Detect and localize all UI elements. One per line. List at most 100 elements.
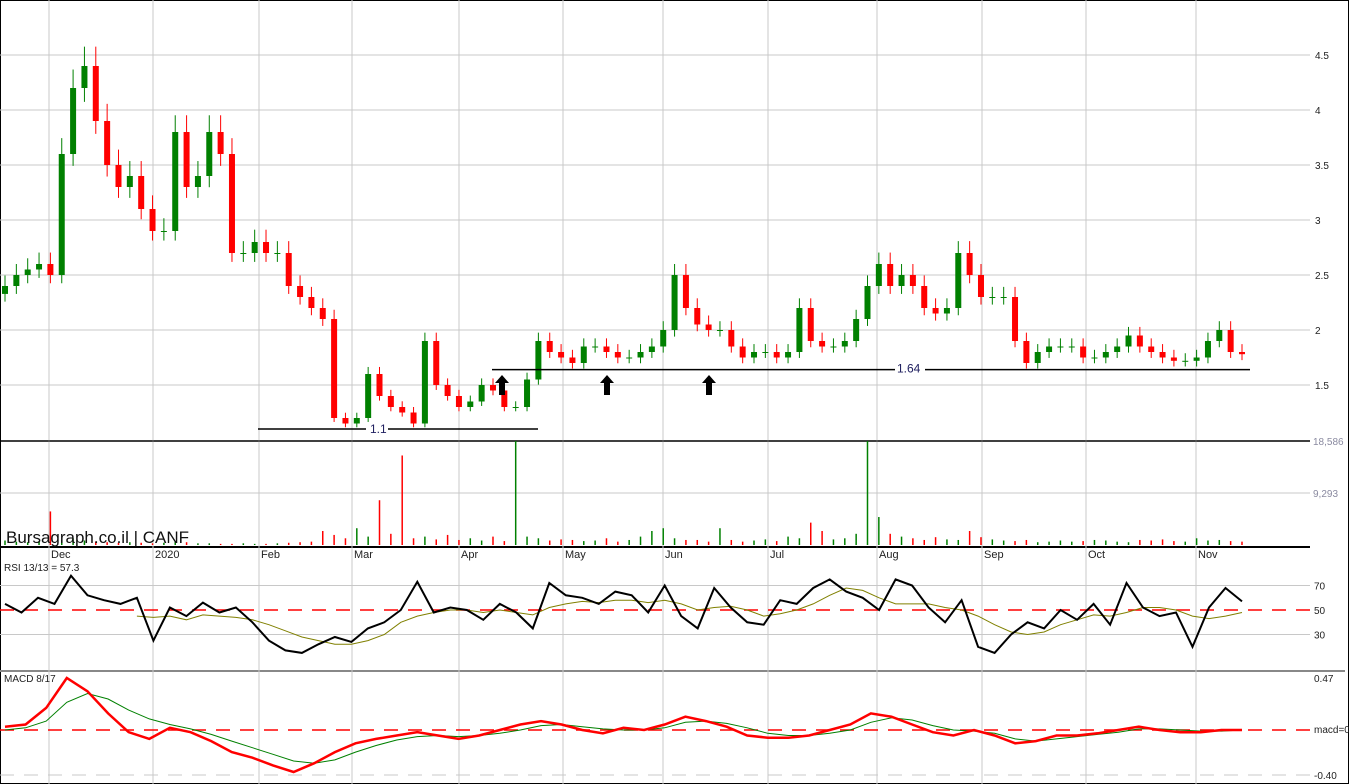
- stock-chart: 1.1 1.64 Dec 2020 Feb Mar Apr May Jun Jul Aug Sep O…: [0, 0, 1349, 784]
- candle-body: [921, 286, 928, 308]
- month-label: Nov: [1198, 549, 1218, 561]
- candle-body: [1046, 346, 1053, 352]
- price-tick-label: 1.5: [1315, 381, 1329, 392]
- candle-body: [603, 346, 610, 352]
- candle-body: [308, 297, 315, 308]
- candle-body: [81, 66, 88, 88]
- candle-body: [853, 319, 860, 341]
- candle-body: [694, 308, 701, 325]
- candle-body: [887, 264, 894, 286]
- candle-body: [558, 352, 565, 358]
- candle-body: [864, 286, 871, 319]
- candle-body: [546, 341, 553, 352]
- candle-body: [58, 154, 65, 275]
- candle-body: [1091, 357, 1098, 359]
- candle-body: [1000, 297, 1007, 298]
- candle-body: [1012, 297, 1019, 341]
- price-tick-label: 3: [1315, 216, 1321, 227]
- candle-body: [455, 396, 462, 407]
- candle-body: [342, 418, 349, 424]
- candle-body: [932, 308, 939, 314]
- price-tick-label: 2: [1315, 326, 1321, 337]
- candle-body: [353, 418, 360, 424]
- rsi-tick-label: 50: [1314, 606, 1326, 617]
- candle-body: [444, 385, 451, 396]
- candle-body: [807, 308, 814, 341]
- candle-body: [365, 374, 372, 418]
- candle-body: [47, 264, 54, 275]
- rsi-tick-label: 70: [1314, 582, 1326, 593]
- candle-body: [2, 286, 8, 294]
- candle-body: [524, 379, 531, 407]
- candle-body: [183, 132, 190, 187]
- candle-body: [592, 346, 599, 348]
- candle-body: [376, 374, 383, 396]
- candle-body: [331, 319, 338, 418]
- candle-body: [739, 346, 746, 358]
- macd-line: [4, 676, 1242, 774]
- candle-body: [512, 407, 519, 408]
- price-tick-label: 2.5: [1315, 271, 1329, 282]
- candle-body: [1159, 352, 1166, 358]
- candle-body: [172, 132, 179, 231]
- candle-body: [228, 154, 235, 253]
- candle-body: [1023, 341, 1030, 363]
- candle-body: [614, 352, 621, 358]
- macd-tick-label: 0.47: [1314, 674, 1334, 685]
- candle-body: [943, 308, 950, 314]
- candle-body: [1182, 360, 1189, 362]
- candle-body: [13, 275, 20, 286]
- candle-body: [637, 352, 644, 358]
- candle-body: [535, 341, 542, 380]
- candle-body: [1170, 357, 1177, 361]
- month-label: Sep: [984, 549, 1004, 561]
- macd-tick-label: macd=0: [1314, 725, 1349, 736]
- candle-body: [194, 176, 201, 187]
- candle-body: [1102, 352, 1109, 358]
- candle-body: [421, 341, 428, 424]
- candle-body: [251, 242, 258, 253]
- candle-body: [149, 209, 156, 231]
- candle-body: [569, 357, 576, 363]
- candle-body: [1204, 341, 1211, 358]
- candle-body: [966, 253, 973, 275]
- candle-body: [955, 253, 962, 308]
- candle-body: [830, 346, 837, 348]
- candle-body: [319, 308, 326, 319]
- candle-body: [671, 275, 678, 330]
- volume-tick-label: 18,586: [1313, 437, 1344, 448]
- candle-body: [660, 330, 667, 347]
- candle-body: [240, 253, 247, 254]
- candle-body: [626, 357, 633, 359]
- candle-body: [126, 176, 133, 187]
- candle-body: [716, 330, 723, 331]
- macd-tick-label: -0.40: [1314, 771, 1337, 782]
- candle-body: [138, 176, 145, 209]
- month-label: Dec: [51, 549, 71, 561]
- candle-body: [1057, 346, 1064, 348]
- candle-body: [796, 308, 803, 352]
- candle-body: [705, 324, 712, 330]
- brand-label: Bursagraph.co.il | CANF: [6, 528, 189, 547]
- candle-body: [1193, 357, 1200, 361]
- candle-body: [819, 341, 826, 347]
- candle-body: [36, 264, 43, 270]
- candle-body: [433, 341, 440, 385]
- rsi-signal-line: [136, 587, 1243, 645]
- candle-body: [682, 275, 689, 308]
- rsi-line: [4, 573, 1243, 655]
- candle-body: [1136, 335, 1143, 347]
- month-label: Aug: [879, 549, 899, 561]
- month-label: Jun: [665, 549, 683, 561]
- month-label: May: [565, 549, 586, 561]
- candle-body: [580, 346, 587, 363]
- macd-label: MACD 8/17: [4, 674, 56, 685]
- candle-body: [467, 401, 474, 407]
- candle-body: [1125, 335, 1132, 347]
- candle-body: [728, 330, 735, 347]
- rsi-label: RSI 13/13 = 57.3: [4, 563, 80, 574]
- candle-body: [297, 286, 304, 297]
- month-label: Jul: [770, 549, 784, 561]
- candle-body: [1034, 352, 1041, 363]
- candle-body: [898, 275, 905, 286]
